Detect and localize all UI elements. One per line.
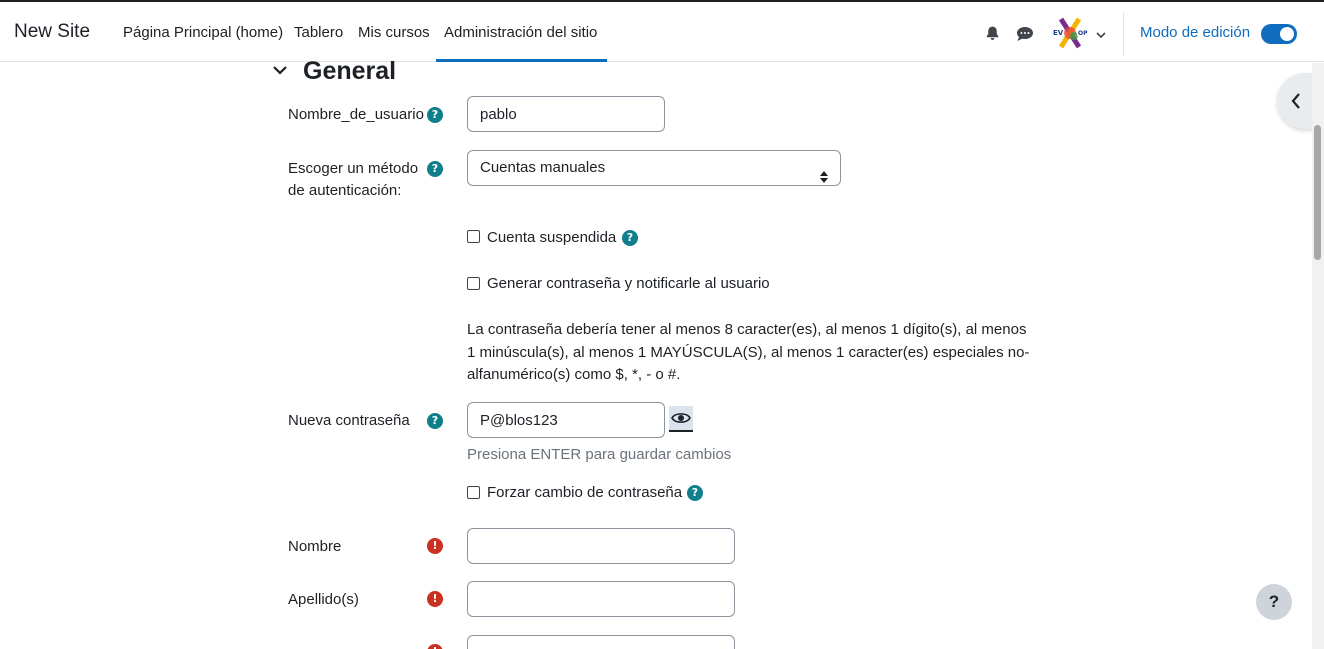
required-icon: ! [427, 644, 443, 649]
required-icon: ! [427, 538, 443, 554]
section-title[interactable]: General [303, 57, 396, 86]
force-password-change-label[interactable]: Forzar cambio de contraseña [487, 484, 682, 501]
nav-home[interactable]: Página Principal (home) [123, 24, 283, 41]
chevron-left-icon [1290, 92, 1302, 114]
generate-password-label[interactable]: Generar contraseña y notificarle al usua… [487, 275, 770, 292]
chevron-down-icon[interactable] [1096, 27, 1106, 44]
username-label: Nombre_de_usuario [288, 106, 424, 123]
collapse-chevron-icon[interactable] [272, 62, 288, 82]
first-name-label: Nombre [288, 538, 342, 555]
help-button[interactable]: ? [1256, 584, 1292, 620]
nav-site-admin[interactable]: Administración del sitio [444, 24, 597, 41]
svg-text:OP: OP [1078, 30, 1088, 37]
password-policy-text: La contraseña debería tener al menos 8 c… [467, 321, 1030, 383]
select-arrows-icon [820, 162, 828, 196]
scrollbar-thumb[interactable] [1314, 125, 1321, 260]
chat-icon[interactable] [1016, 26, 1034, 46]
new-password-label: Nueva contraseña [288, 412, 410, 429]
edit-mode-toggle[interactable] [1261, 24, 1297, 44]
last-name-input[interactable] [467, 581, 735, 617]
nav-active-indicator [436, 59, 607, 62]
avatar[interactable]: EV OP [1052, 16, 1088, 50]
navbar-divider [1123, 12, 1124, 56]
first-name-input[interactable] [467, 528, 735, 564]
last-name-label: Apellido(s) [288, 591, 359, 608]
nav-dashboard[interactable]: Tablero [294, 24, 343, 41]
suspended-label[interactable]: Cuenta suspendida [487, 229, 616, 246]
generate-password-checkbox[interactable] [467, 277, 480, 290]
auth-method-select[interactable]: Cuentas manuales [467, 150, 841, 186]
help-icon[interactable]: ? [622, 230, 638, 246]
help-icon[interactable]: ? [427, 413, 443, 429]
nav-my-courses[interactable]: Mis cursos [358, 24, 430, 41]
help-icon[interactable]: ? [427, 161, 443, 177]
auth-label-line1: Escoger un método [288, 160, 419, 177]
reveal-password-button[interactable] [669, 406, 693, 432]
auth-label-line2: de autenticación: [288, 182, 402, 199]
help-icon[interactable]: ? [687, 485, 703, 501]
top-navbar: New Site Página Principal (home) Tablero… [0, 0, 1324, 62]
edit-mode-label[interactable]: Modo de edición [1140, 24, 1250, 41]
site-brand[interactable]: New Site [14, 21, 90, 43]
suspended-checkbox[interactable] [467, 230, 480, 243]
svg-text:EV: EV [1053, 29, 1064, 37]
new-password-input[interactable] [467, 402, 665, 438]
username-input[interactable] [467, 96, 665, 132]
required-icon: ! [427, 591, 443, 607]
help-icon[interactable]: ? [427, 107, 443, 123]
bell-icon[interactable] [984, 25, 1001, 46]
force-password-change-checkbox[interactable] [467, 486, 480, 499]
auth-method-value: Cuentas manuales [480, 159, 606, 176]
password-hint: Presiona ENTER para guardar cambios [467, 446, 732, 463]
eye-icon [671, 411, 691, 429]
email-input[interactable] [467, 635, 735, 649]
